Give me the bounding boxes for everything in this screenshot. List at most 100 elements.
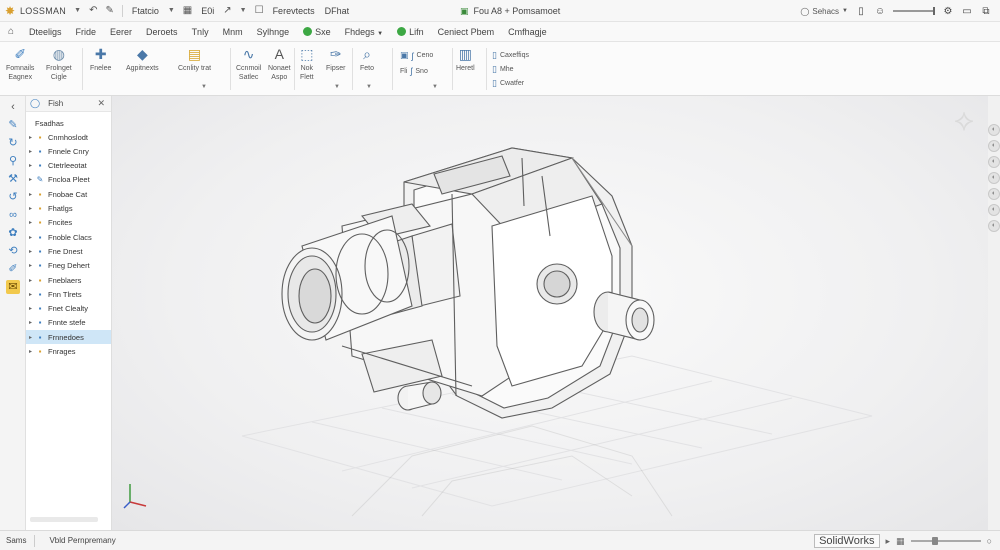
tree-item[interactable]: ▸ ▪ Fnn Tlrets [26, 287, 111, 301]
ribbon-small-cwatfer[interactable]: ▯ Cwatfer [492, 78, 524, 89]
expand-arrow-icon[interactable]: ▸ [26, 348, 35, 355]
tree-view-icon[interactable]: ◯ [30, 98, 40, 109]
refresh-icon[interactable]: ↻ [6, 136, 20, 150]
zoom-slider[interactable] [893, 7, 935, 15]
horizontal-scrollbar[interactable] [30, 517, 98, 522]
expand-arrow-icon[interactable]: ▸ [26, 277, 35, 284]
tab-tnly[interactable]: Tnly [192, 27, 209, 37]
tab-mnm[interactable]: Mnm [223, 27, 243, 37]
tab-sylhnge[interactable]: Sylhnge [257, 27, 290, 37]
tree-item[interactable]: ▸ ▪ Fnobae Cat [26, 187, 111, 201]
tab-cmfhagje[interactable]: Cmfhagje [508, 27, 547, 37]
sync-icon[interactable]: ↺ [6, 190, 20, 204]
expand-arrow-icon[interactable]: ▸ [26, 219, 35, 226]
wrench-icon[interactable]: ⚒ [6, 172, 20, 186]
ribbon-button-frolnget[interactable]: ◍ Frolnget Cigle [46, 46, 72, 82]
tree-item[interactable]: ▸ ▪ Fneblaers [26, 273, 111, 287]
chevron-left-icon[interactable]: ‹ [6, 100, 20, 114]
tree-item[interactable]: ▸ ▪ Fnnte stefe [26, 316, 111, 330]
expand-arrow-icon[interactable]: ▸ [26, 334, 35, 341]
app-menu-caret-icon[interactable]: ▼ [74, 7, 81, 14]
ribbon-button-fomnails[interactable]: ✐ Fomnails Eagnex [6, 46, 34, 82]
expand-arrow-icon[interactable]: ▸ [26, 191, 35, 198]
paint-icon[interactable]: ✎ [105, 5, 113, 16]
title-menu-edit[interactable]: E0i [201, 6, 214, 16]
title-menu-draft[interactable]: DFhat [325, 6, 350, 16]
tab-sxe[interactable]: Sxe [303, 27, 331, 37]
tree-item[interactable]: ▸ ▪ Fne Dnest [26, 244, 111, 258]
pin-icon[interactable]: ⚲ [6, 154, 20, 168]
close-icon[interactable]: ✕ [97, 98, 105, 109]
mechanical-assembly[interactable] [281, 147, 655, 419]
expand-arrow-icon[interactable]: ▸ [26, 205, 35, 212]
grid-icon[interactable]: ▦ [896, 536, 905, 547]
zoom-slider[interactable] [910, 537, 981, 545]
tab-designs[interactable]: Dteeligs [29, 27, 62, 37]
file-explorer-icon[interactable]: ◐ [988, 156, 1000, 168]
tree-root[interactable]: Fsadhas [26, 116, 111, 130]
edit-icon[interactable]: ✐ [6, 262, 20, 276]
help-icon[interactable]: ▯ [855, 6, 867, 17]
title-menu-properties[interactable]: Ferevtects [273, 6, 315, 16]
tree-item[interactable]: ▸ ✎ Fncloa Pleet [26, 173, 111, 187]
expand-arrow-icon[interactable]: ▸ [26, 134, 35, 141]
tab-eerer[interactable]: Eerer [110, 27, 132, 37]
tree-item[interactable]: ▸ ▪ Fhatlgs [26, 202, 111, 216]
search-box[interactable]: ◯ Sehacs ▼ [800, 7, 848, 16]
expand-arrow-icon[interactable]: ▸ [26, 248, 35, 255]
title-menu-file[interactable]: Ftatcio [132, 6, 159, 16]
tree-item[interactable]: ▸ ▪ Fnrages [26, 345, 111, 359]
ribbon-small-ceno[interactable]: ▣ ʃ Ceno [400, 50, 433, 61]
expand-arrow-icon[interactable]: ▸ [26, 162, 35, 169]
tab-deroets[interactable]: Deroets [146, 27, 178, 37]
ribbon-small-caxeffiqs[interactable]: ▯ Caxeffiqs [492, 50, 529, 61]
custom-properties-icon[interactable]: ◐ [988, 204, 1000, 216]
graphics-viewport[interactable]: ⟡ [112, 96, 988, 530]
chevron-down-icon[interactable]: ▼ [168, 7, 175, 14]
ribbon-button-ccnlity[interactable]: ▤ Ccnlity trat [178, 46, 211, 73]
pencil-icon[interactable]: ✎ [6, 118, 20, 132]
tree-item[interactable]: ▸ ▪ Fnoble Clacs [26, 230, 111, 244]
home-icon[interactable]: ⌂ [0, 26, 22, 37]
view-palette-icon[interactable]: ◐ [988, 172, 1000, 184]
expand-arrow-icon[interactable]: ▸ [26, 234, 35, 241]
ribbon-button-feto[interactable]: ⌕ Feto [360, 46, 374, 73]
resources-icon[interactable]: ◐ [988, 124, 1000, 136]
tab-fhdegs[interactable]: Fhdegs ▼ [345, 27, 384, 37]
loop-icon[interactable]: ∞ [6, 208, 20, 222]
minimize-icon[interactable]: ▭ [961, 6, 973, 17]
note-icon[interactable]: ✉ [6, 280, 20, 294]
tree-header-label[interactable]: Fish [48, 99, 63, 108]
undo-icon[interactable]: ↶ [89, 5, 97, 16]
tree-item[interactable]: ▸ ▪ Fnet Clealty [26, 302, 111, 316]
ribbon-small-fli[interactable]: Fli ʃ Sno [400, 66, 428, 76]
chevron-down-icon[interactable]: ▼ [201, 84, 207, 90]
restore-icon[interactable]: ⧉ [980, 6, 992, 17]
app-logo-icon[interactable]: ✸ [0, 0, 20, 22]
expand-arrow-icon[interactable]: ▸ [26, 291, 35, 298]
tree-item[interactable]: ▸ ▪ Frnnedoes [26, 330, 111, 345]
tab-pride[interactable]: Fride [76, 27, 97, 37]
grid-icon[interactable]: ▦ [183, 5, 192, 16]
ribbon-button-ccnmoil[interactable]: ∿ Ccnmoil Satlec [236, 46, 261, 82]
expand-arrow-icon[interactable]: ▸ [26, 305, 35, 312]
forum-icon[interactable]: ◐ [988, 220, 1000, 232]
design-library-icon[interactable]: ◐ [988, 140, 1000, 152]
ribbon-button-nok[interactable]: ⬚ Nok Flett [300, 46, 314, 82]
expand-arrow-icon[interactable]: ▸ [26, 148, 35, 155]
ribbon-button-nonaet[interactable]: A Nonaet Aspo [268, 46, 291, 82]
tab-ceniect-pbem[interactable]: Ceniect Pbem [438, 27, 495, 37]
settings-icon[interactable]: ⚙ [942, 6, 954, 17]
chevron-down-icon[interactable]: ▼ [240, 7, 247, 14]
tree-item[interactable]: ▸ ▪ Fnnele Cnry [26, 144, 111, 158]
appearances-icon[interactable]: ◐ [988, 188, 1000, 200]
user-icon[interactable]: ☺ [874, 6, 886, 17]
expand-arrow-icon[interactable]: ▸ [26, 319, 35, 326]
circle-icon[interactable]: ○ [987, 536, 992, 546]
pin-icon[interactable]: ↗ [223, 5, 231, 16]
chevron-down-icon[interactable]: ▼ [366, 84, 372, 90]
rotate-icon[interactable]: ⟲ [6, 244, 20, 258]
chevron-down-icon[interactable]: ▼ [432, 84, 438, 90]
gear-icon[interactable]: ✿ [6, 226, 20, 240]
expand-icon[interactable]: ▸ [886, 536, 891, 547]
